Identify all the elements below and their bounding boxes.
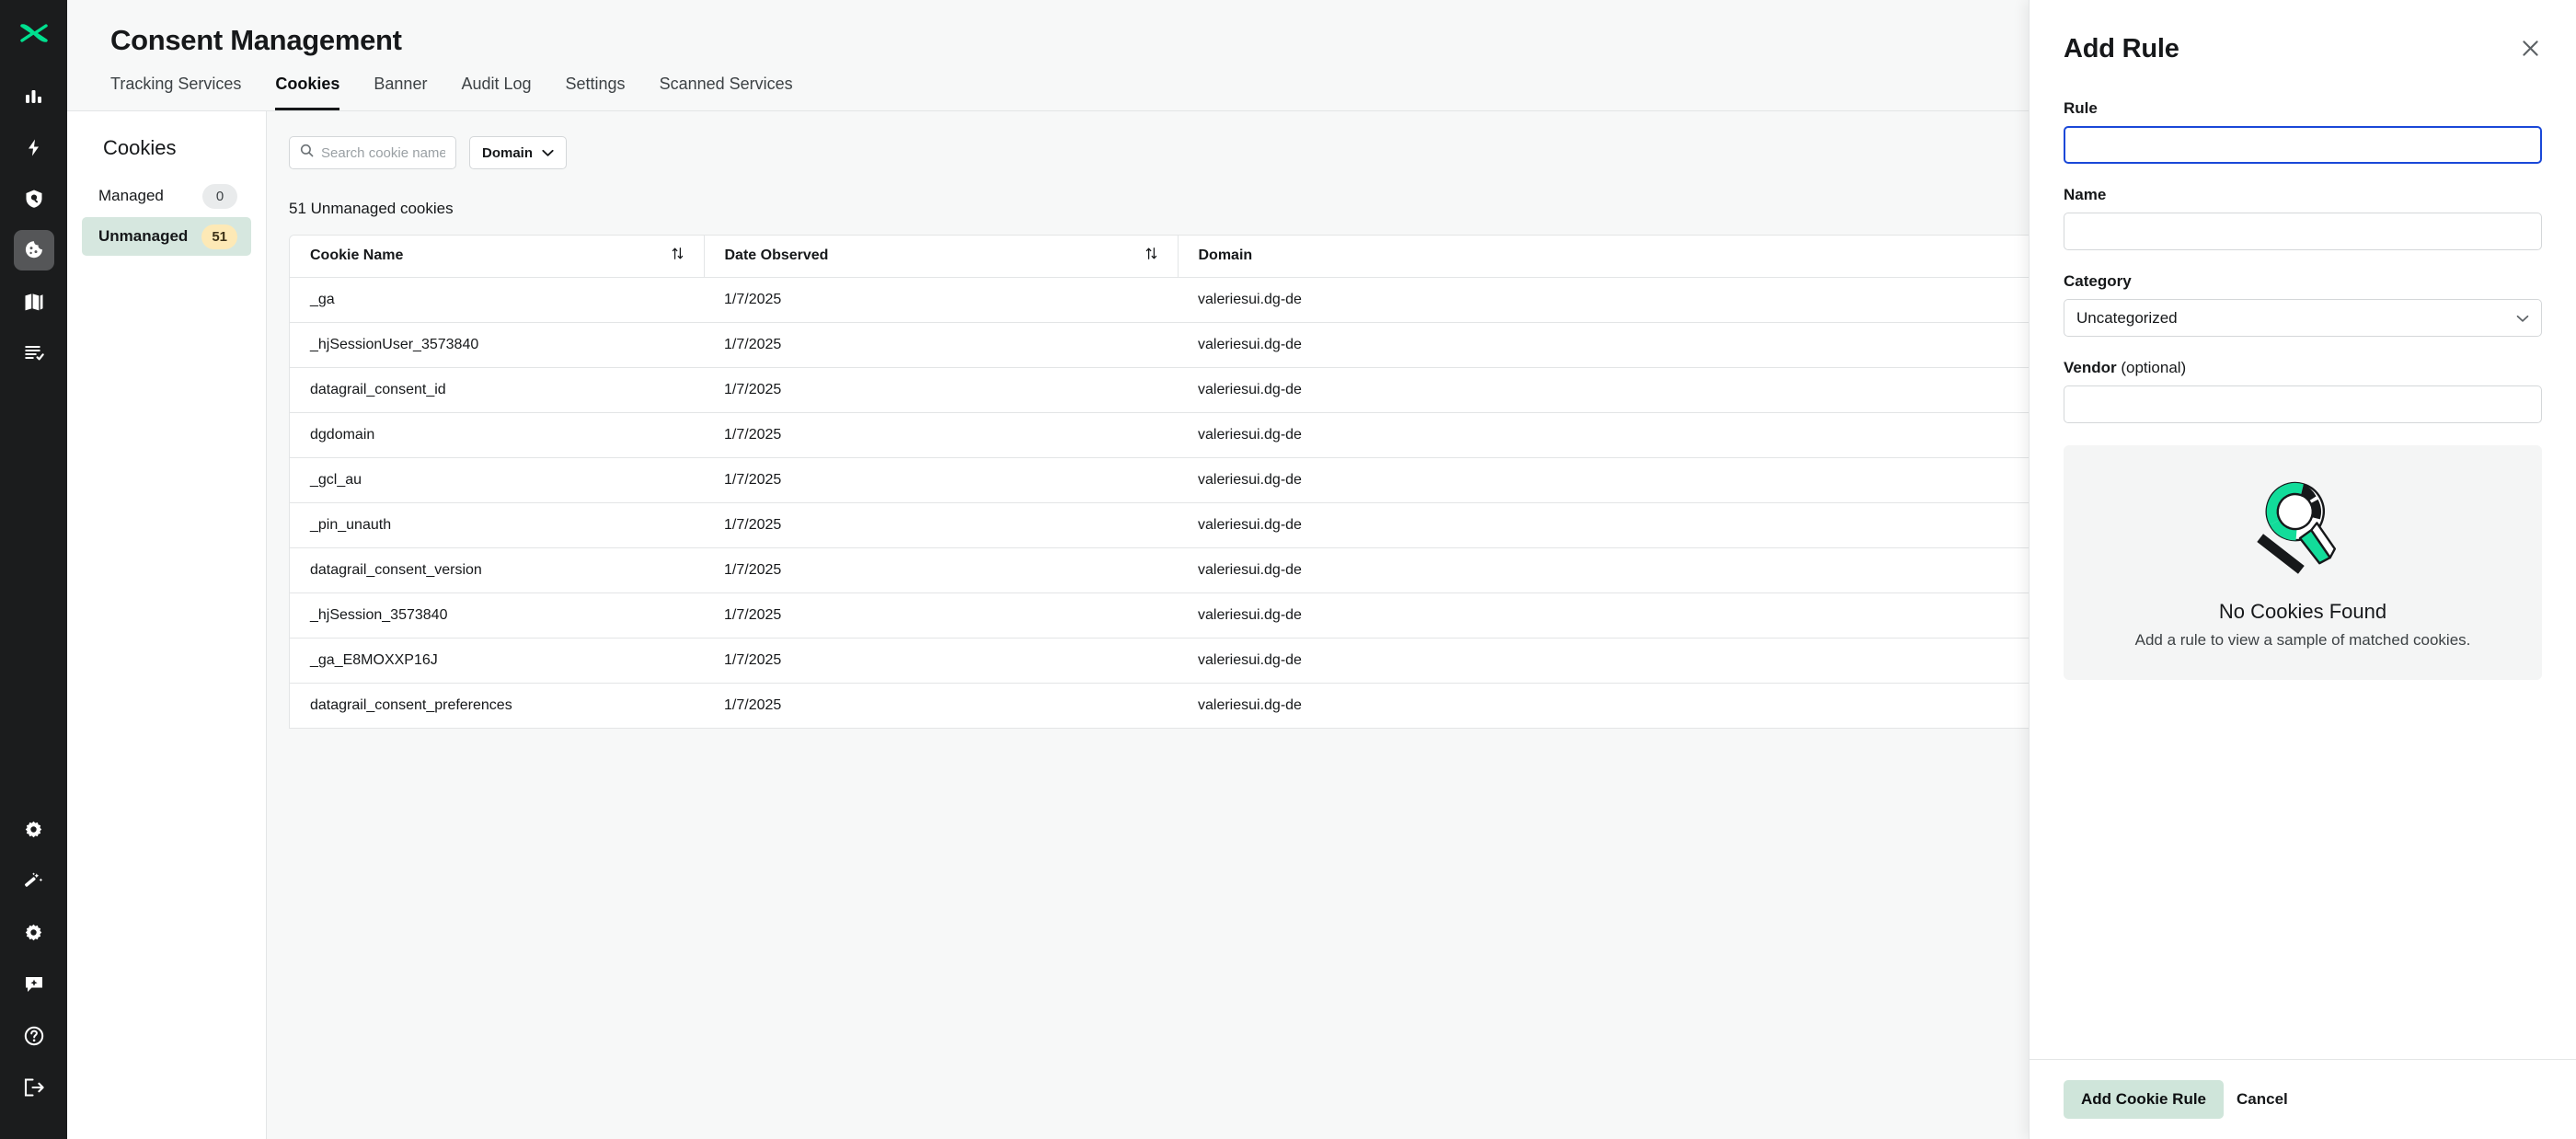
primary-icon-rail <box>0 0 67 1139</box>
panel-header: Add Rule <box>2030 0 2576 64</box>
chevron-down-icon <box>542 145 554 161</box>
cell-date-observed: 1/7/2025 <box>704 683 1178 729</box>
cell-cookie-name: _gcl_au <box>290 457 704 503</box>
rule-input[interactable] <box>2064 126 2542 164</box>
domain-filter-label: Domain <box>482 144 534 161</box>
tab-banner[interactable]: Banner <box>374 74 427 110</box>
panel-title: Add Rule <box>2064 34 2179 63</box>
cell-date-observed: 1/7/2025 <box>704 547 1178 593</box>
tab-scanned-services[interactable]: Scanned Services <box>660 74 793 110</box>
subnav-item-label: Unmanaged <box>98 227 189 245</box>
datagrail-logo[interactable] <box>16 15 52 52</box>
panel-footer: Add Cookie Rule Cancel <box>2030 1059 2576 1139</box>
cell-cookie-name: _ga <box>290 277 704 323</box>
name-input[interactable] <box>2064 213 2542 250</box>
magnifying-glass-illustration <box>2244 474 2362 581</box>
tab-audit-log[interactable]: Audit Log <box>461 74 531 110</box>
help-circle-icon[interactable] <box>14 1016 54 1056</box>
cell-cookie-name: dgdomain <box>290 412 704 458</box>
column-header-cookie-name[interactable]: Cookie Name <box>290 236 705 278</box>
main-region: Consent Management Tracking Services Coo… <box>67 0 2576 1139</box>
empty-state-subtitle: Add a rule to view a sample of matched c… <box>2134 631 2471 650</box>
sort-icon[interactable] <box>672 247 684 265</box>
cell-cookie-name: datagrail_consent_version <box>290 547 704 593</box>
subnav-item-managed[interactable]: Managed 0 <box>82 177 251 215</box>
rail-bottom-group <box>14 810 54 1139</box>
unmanaged-count-badge: 51 <box>201 224 237 249</box>
empty-state-title: No Cookies Found <box>2218 600 2387 624</box>
cell-date-observed: 1/7/2025 <box>704 457 1178 503</box>
field-name: Name <box>2064 186 2542 250</box>
search-box[interactable] <box>289 136 456 169</box>
column-label: Cookie Name <box>310 247 404 264</box>
cancel-button[interactable]: Cancel <box>2237 1090 2288 1109</box>
chevron-down-icon <box>2516 309 2529 328</box>
cell-date-observed: 1/7/2025 <box>704 412 1178 458</box>
managed-count-badge: 0 <box>202 183 237 209</box>
vendor-label-text: Vendor <box>2064 359 2117 376</box>
cookies-subnav: Cookies Managed 0 Unmanaged 51 <box>67 111 267 1139</box>
cell-date-observed: 1/7/2025 <box>704 593 1178 639</box>
column-label: Date Observed <box>724 247 829 264</box>
search-input[interactable] <box>321 144 445 161</box>
cell-cookie-name: _ga_E8MOXXP16J <box>290 638 704 684</box>
matched-cookies-empty-state: No Cookies Found Add a rule to view a sa… <box>2064 445 2542 680</box>
category-select[interactable]: Uncategorized <box>2064 299 2542 337</box>
close-icon[interactable] <box>2516 34 2544 62</box>
category-label: Category <box>2064 272 2132 290</box>
tab-cookies[interactable]: Cookies <box>275 74 340 110</box>
cell-cookie-name: _pin_unauth <box>290 502 704 548</box>
magic-wand-icon[interactable] <box>14 861 54 902</box>
field-category: Category Uncategorized <box>2064 272 2542 337</box>
cell-date-observed: 1/7/2025 <box>704 638 1178 684</box>
field-rule: Rule <box>2064 99 2542 164</box>
vendor-optional-suffix: (optional) <box>2116 359 2187 376</box>
cell-cookie-name: datagrail_consent_id <box>290 367 704 413</box>
document-list-icon[interactable] <box>14 333 54 374</box>
subnav-item-label: Managed <box>98 187 164 204</box>
cookie-icon[interactable] <box>13 230 54 270</box>
cell-date-observed: 1/7/2025 <box>704 322 1178 368</box>
column-label: Domain <box>1198 247 1253 264</box>
cell-cookie-name: _hjSession_3573840 <box>290 593 704 639</box>
panel-body: Rule Name Category Uncategorized Vendor … <box>2030 64 2576 1059</box>
search-icon <box>300 144 314 162</box>
tab-tracking-services[interactable]: Tracking Services <box>110 74 241 110</box>
cell-date-observed: 1/7/2025 <box>704 367 1178 413</box>
subnav-item-unmanaged[interactable]: Unmanaged 51 <box>82 217 251 256</box>
sort-icon[interactable] <box>1145 247 1157 265</box>
name-label: Name <box>2064 186 2107 203</box>
cell-cookie-name: datagrail_consent_preferences <box>290 683 704 729</box>
cell-date-observed: 1/7/2025 <box>704 502 1178 548</box>
cell-cookie-name: _hjSessionUser_3573840 <box>290 322 704 368</box>
lightning-bolt-icon[interactable] <box>14 127 54 167</box>
book-icon[interactable] <box>14 282 54 322</box>
rule-label: Rule <box>2064 99 2098 117</box>
vendor-input[interactable] <box>2064 385 2542 423</box>
category-selected-value: Uncategorized <box>2076 308 2178 327</box>
add-rule-panel: Add Rule Rule Name Category Uncategorize… <box>2029 0 2576 1139</box>
shield-search-icon[interactable] <box>14 178 54 219</box>
subnav-title: Cookies <box>103 136 177 159</box>
column-header-date-observed[interactable]: Date Observed <box>704 236 1179 278</box>
gear-icon[interactable] <box>14 913 54 953</box>
gear-icon[interactable] <box>14 810 54 850</box>
bar-chart-icon[interactable] <box>14 75 54 116</box>
vendor-label: Vendor (optional) <box>2064 359 2542 377</box>
field-vendor: Vendor (optional) <box>2064 359 2542 423</box>
cell-date-observed: 1/7/2025 <box>704 277 1178 323</box>
domain-filter-button[interactable]: Domain <box>469 136 568 169</box>
tab-settings[interactable]: Settings <box>566 74 626 110</box>
chat-sparkle-icon[interactable] <box>14 964 54 1005</box>
app-root: Consent Management Tracking Services Coo… <box>0 0 2576 1139</box>
logout-icon[interactable] <box>14 1067 54 1108</box>
add-cookie-rule-button[interactable]: Add Cookie Rule <box>2064 1080 2225 1119</box>
